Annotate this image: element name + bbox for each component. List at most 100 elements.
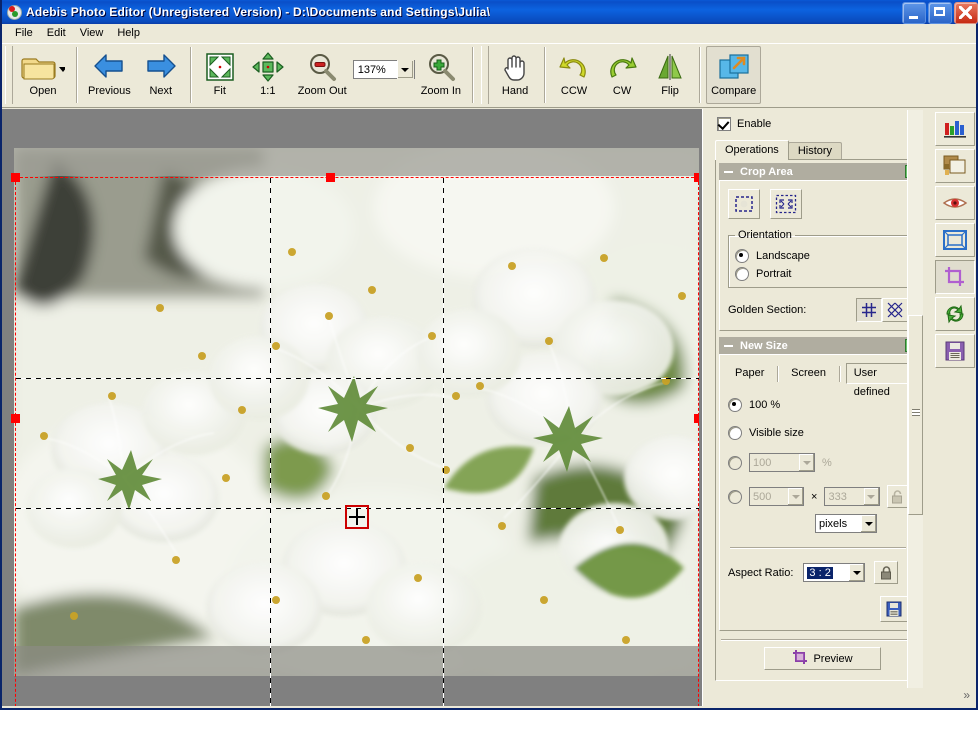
tab-history[interactable]: History bbox=[787, 142, 843, 160]
size-width-value: 500 bbox=[753, 490, 772, 503]
crop-handle-left-mid[interactable] bbox=[11, 414, 20, 423]
fit-button[interactable]: Fit bbox=[197, 46, 243, 104]
enable-checkbox-row[interactable]: Enable bbox=[717, 117, 771, 131]
chevron-down-icon[interactable] bbox=[396, 60, 414, 79]
previous-button[interactable]: Previous bbox=[83, 46, 136, 104]
next-button[interactable]: Next bbox=[138, 46, 184, 104]
tab-operations[interactable]: Operations bbox=[715, 140, 789, 160]
ccw-label: CCW bbox=[560, 85, 588, 97]
size-source-tabs: Paper Screen User defined bbox=[728, 363, 909, 398]
menu-item-help[interactable]: Help bbox=[110, 26, 147, 40]
orientation-landscape-radio[interactable] bbox=[735, 249, 749, 263]
hand-icon bbox=[500, 50, 530, 84]
chevron-down-icon[interactable] bbox=[863, 488, 879, 505]
panel-body: Crop Area Orientation Landscape Portrait… bbox=[715, 159, 921, 681]
lock-open-icon[interactable] bbox=[886, 485, 908, 508]
toolbar-grip[interactable] bbox=[5, 46, 13, 104]
crop-tool-icon[interactable] bbox=[935, 260, 975, 294]
minus-icon[interactable] bbox=[724, 167, 733, 176]
new-size-section-header[interactable]: New Size bbox=[719, 337, 917, 354]
menu-item-edit[interactable]: Edit bbox=[40, 26, 73, 40]
rotate-ccw-icon bbox=[558, 50, 590, 84]
menu-item-file[interactable]: File bbox=[8, 26, 40, 40]
image-canvas[interactable] bbox=[4, 109, 699, 706]
size-percent-radio[interactable] bbox=[728, 455, 742, 470]
aspect-ratio-combo[interactable]: 3 : 2 bbox=[803, 563, 866, 582]
size-dimensions-radio[interactable] bbox=[728, 489, 742, 504]
chevron-down-icon[interactable] bbox=[799, 454, 814, 471]
tab-paper[interactable]: Paper bbox=[728, 364, 771, 383]
toolbar-grip[interactable] bbox=[481, 46, 490, 104]
size-height-combo[interactable]: 333 bbox=[824, 487, 880, 506]
next-label: Next bbox=[149, 85, 173, 97]
crop-move-icon[interactable] bbox=[770, 189, 802, 219]
rotate-cw-button[interactable]: CW bbox=[599, 46, 645, 104]
size-width-combo[interactable]: 500 bbox=[749, 487, 805, 506]
orientation-portrait-row[interactable]: Portrait bbox=[735, 267, 901, 281]
crop-area-section: Orientation Landscape Portrait Golden Se… bbox=[719, 180, 917, 331]
minus-icon[interactable] bbox=[724, 341, 733, 350]
chevron-down-icon[interactable] bbox=[849, 564, 865, 581]
maximize-icon[interactable] bbox=[928, 2, 952, 24]
crop-area-title: Crop Area bbox=[740, 165, 793, 178]
golden-section-row: Golden Section: bbox=[728, 298, 908, 322]
one-to-one-button[interactable]: 1:1 bbox=[245, 46, 291, 104]
minimize-icon[interactable] bbox=[902, 2, 926, 24]
tool-rail: » bbox=[932, 109, 976, 706]
zoom-level-combo[interactable]: 137% bbox=[352, 60, 415, 79]
size-100-percent-radio[interactable] bbox=[728, 398, 742, 412]
rotate-ccw-button[interactable]: CCW bbox=[551, 46, 597, 104]
toolbar-separator bbox=[472, 47, 474, 103]
crop-rect-icon[interactable] bbox=[728, 189, 760, 219]
size-visible-row[interactable]: Visible size bbox=[728, 426, 908, 440]
size-height-value: 333 bbox=[828, 490, 847, 503]
chevron-down-icon[interactable] bbox=[861, 515, 876, 532]
chevron-down-icon[interactable] bbox=[788, 488, 804, 505]
diagonals-icon[interactable] bbox=[882, 298, 908, 322]
frame-icon[interactable] bbox=[935, 223, 975, 257]
size-dimensions-row[interactable]: 500 × 333 bbox=[728, 485, 908, 508]
tab-screen[interactable]: Screen bbox=[784, 364, 833, 383]
grid-thirds-icon[interactable] bbox=[856, 298, 882, 322]
orientation-portrait-radio[interactable] bbox=[735, 267, 749, 281]
flip-button[interactable]: Flip bbox=[647, 46, 693, 104]
open-button[interactable]: Open bbox=[16, 46, 70, 104]
zoom-in-button[interactable]: Zoom In bbox=[416, 46, 466, 104]
panel-scrollbar[interactable] bbox=[907, 110, 923, 688]
crop-handle-top-left[interactable] bbox=[11, 173, 20, 182]
crop-handle-top-mid[interactable] bbox=[326, 173, 335, 182]
crop-handle-right-mid[interactable] bbox=[694, 414, 699, 423]
menu-bar: File Edit View Help bbox=[2, 24, 976, 42]
tab-user-defined[interactable]: User defined bbox=[845, 363, 909, 398]
crop-area-section-header[interactable]: Crop Area bbox=[719, 163, 917, 180]
crop-handle-top-right[interactable] bbox=[694, 173, 699, 182]
rotate-icon[interactable] bbox=[935, 297, 975, 331]
menu-item-view[interactable]: View bbox=[73, 26, 111, 40]
aspect-ratio-value: 3 : 2 bbox=[807, 566, 833, 579]
compare-button[interactable]: Compare bbox=[706, 46, 762, 104]
hand-button[interactable]: Hand bbox=[492, 46, 538, 104]
close-icon[interactable] bbox=[954, 2, 978, 24]
golden-section-label: Golden Section: bbox=[728, 304, 807, 316]
crop-selection[interactable] bbox=[11, 173, 699, 706]
color-adjust-icon[interactable] bbox=[935, 149, 975, 183]
histogram-icon[interactable] bbox=[935, 112, 975, 146]
window-title: Adebis Photo Editor (Unregistered Versio… bbox=[26, 5, 491, 19]
size-percent-row[interactable]: 100 % bbox=[728, 453, 908, 472]
zoom-out-button[interactable]: Zoom Out bbox=[293, 46, 352, 104]
red-eye-icon[interactable] bbox=[935, 186, 975, 220]
crop-center-marker[interactable] bbox=[345, 505, 369, 529]
size-visible-radio[interactable] bbox=[728, 426, 742, 440]
enable-checkbox[interactable] bbox=[717, 117, 731, 131]
panel-scrollbar-thumb[interactable] bbox=[908, 315, 923, 515]
crop-preview-icon bbox=[792, 649, 808, 668]
floppy-save-icon[interactable] bbox=[880, 596, 908, 622]
save-icon[interactable] bbox=[935, 334, 975, 368]
double-chevron-right-icon[interactable]: » bbox=[963, 688, 970, 702]
lock-closed-icon[interactable] bbox=[874, 561, 899, 584]
preview-button[interactable]: Preview bbox=[764, 647, 881, 670]
size-units-combo[interactable]: pixels bbox=[815, 514, 877, 533]
orientation-landscape-row[interactable]: Landscape bbox=[735, 249, 901, 263]
size-percent-combo[interactable]: 100 bbox=[749, 453, 815, 472]
window-controls bbox=[902, 2, 978, 24]
